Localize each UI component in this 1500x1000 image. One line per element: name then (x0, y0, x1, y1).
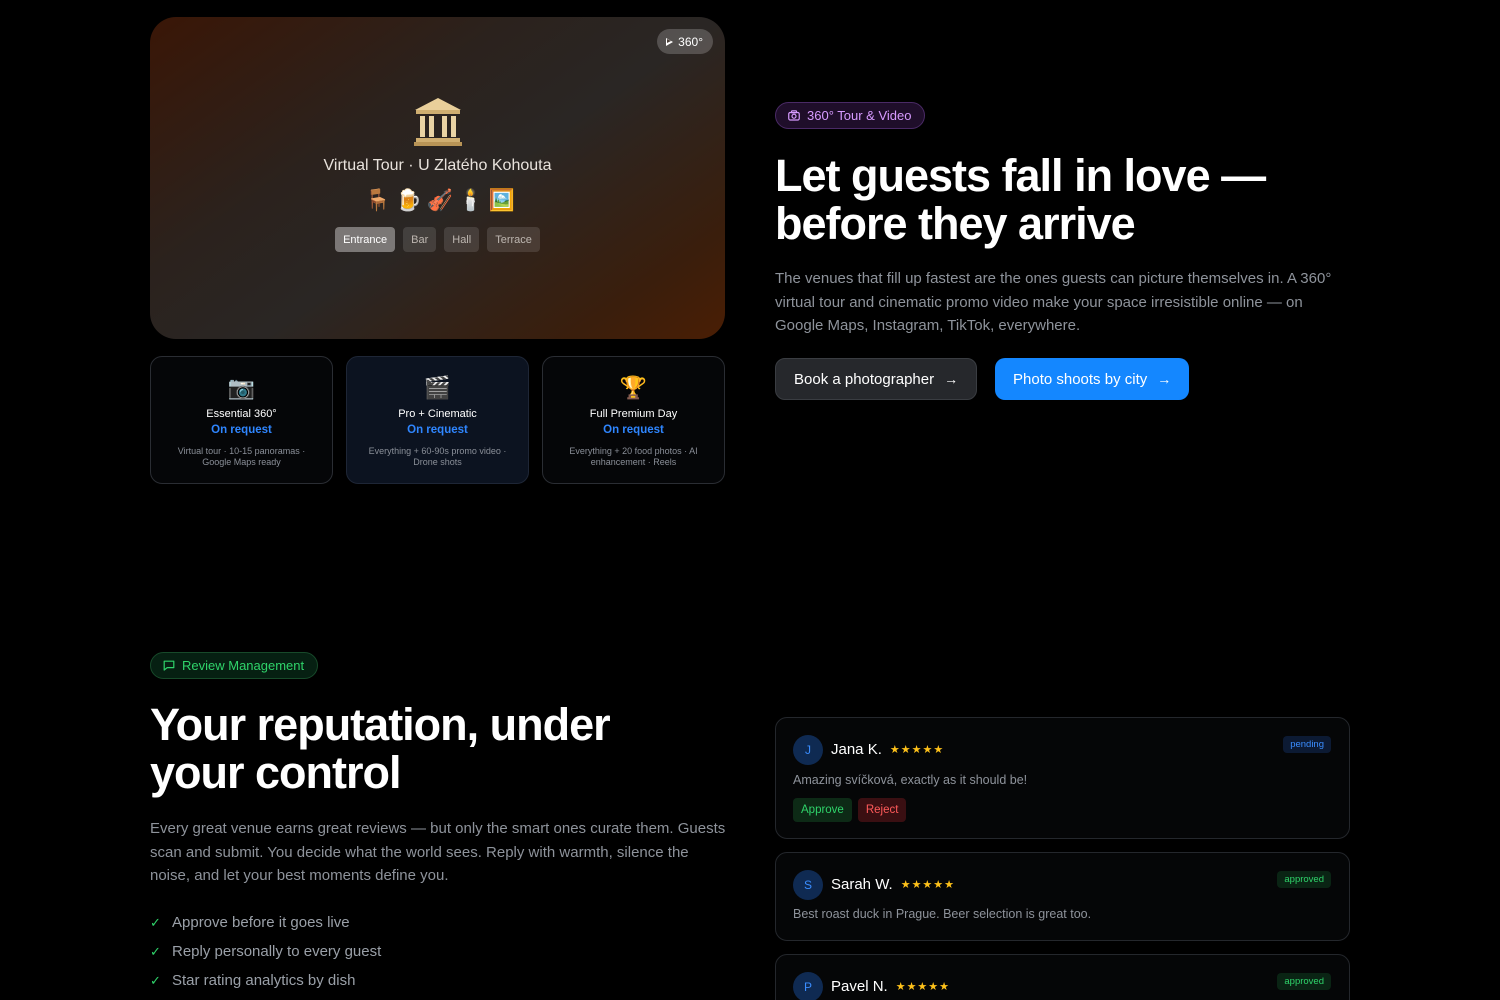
360-badge-label: 360° (678, 34, 703, 49)
feature-item: ✓ Reply personally to every guest (150, 943, 382, 960)
reject-button[interactable]: Reject (857, 798, 907, 822)
star-rating: ★★★★★ (889, 744, 945, 756)
star-rating: ★★★★★ (900, 879, 956, 891)
play-icon (666, 37, 674, 46)
review-heading: Your reputation, under your control (150, 699, 611, 798)
package-card-pro[interactable]: 🎬 Pro + Cinematic On request Everything … (346, 356, 529, 484)
package-card-essential[interactable]: 📷 Essential 360° On request Virtual tour… (150, 356, 333, 484)
reviewer-name: Sarah W. (831, 876, 893, 893)
status-badge: pending (1283, 736, 1331, 753)
review-card: S Sarah W. ★★★★★ approved Best roast duc… (775, 852, 1350, 941)
arrow-right-icon: → (944, 371, 959, 387)
feature-list: ✓ Approve before it goes live ✓ Reply pers… (150, 908, 381, 995)
beer-icon: 🍺 (395, 189, 422, 212)
star-rating: ★★★★★ (895, 981, 951, 993)
review-lead: Every great venue earns great reviews — … (150, 820, 726, 884)
check-icon: ✓ (150, 972, 161, 988)
violin-icon: 🎻 (426, 189, 453, 212)
avatar: S (793, 870, 823, 900)
arrow-right-icon: → (1157, 371, 1172, 387)
chat-bubble-icon (163, 660, 175, 671)
review-text: Best roast duck in Prague. Beer selectio… (793, 907, 1092, 921)
tour-emoji-row: 🪑 🍺 🎻 🕯️ 🖼️ (364, 189, 515, 213)
review-text: Amazing svíčková, exactly as it should b… (793, 773, 1028, 787)
camera-icon: 📷 (227, 375, 256, 400)
package-name: Essential 360° (206, 408, 277, 420)
check-icon: ✓ (150, 943, 161, 959)
virtual-tour-preview[interactable]: 360° Virtual Tour · U Zlatého Kohouta 🪑 … (150, 17, 725, 339)
classical-building-icon (413, 98, 462, 146)
room-tab-hall[interactable]: Hall (444, 227, 480, 252)
360-badge[interactable]: 360° (657, 29, 713, 54)
package-description: Virtual tour · 10-15 panoramas · Google … (177, 446, 306, 467)
tour-section-pill: 360° Tour & Video (775, 102, 926, 129)
camera-icon (788, 110, 800, 121)
package-description: Everything + 20 food photos · AI enhance… (569, 446, 698, 467)
tour-heading: Let guests fall in love — before they ar… (775, 150, 1266, 249)
picture-icon: 🖼️ (488, 189, 515, 212)
review-pill-label: Review Management (182, 658, 305, 673)
room-tabs: Entrance Bar Hall Terrace (335, 227, 540, 252)
book-photographer-button[interactable]: Book a photographer → (775, 358, 978, 400)
tour-title: Virtual Tour · U Zlatého Kohouta (323, 157, 552, 174)
package-price: On request (603, 424, 664, 436)
reviewer-name: Pavel N. (831, 978, 888, 995)
approve-button[interactable]: Approve (793, 798, 852, 822)
review-card: P Pavel N. ★★★★★ approved (775, 954, 1350, 1000)
feature-item: ✓ Approve before it goes live (150, 914, 350, 931)
tour-lead: The venues that fill up fastest are the … (775, 270, 1332, 334)
package-price: On request (211, 424, 272, 436)
avatar: J (793, 735, 823, 765)
clapper-icon: 🎬 (423, 375, 452, 400)
photo-shoots-label: Photo shoots by city (1013, 370, 1148, 388)
book-photographer-label: Book a photographer (794, 370, 935, 388)
room-tab-terrace[interactable]: Terrace (487, 227, 540, 252)
check-icon: ✓ (150, 914, 161, 930)
package-name: Full Premium Day (589, 408, 678, 420)
package-card-premium[interactable]: 🏆 Full Premium Day On request Everything… (542, 356, 725, 484)
tour-pill-label: 360° Tour & Video (807, 108, 912, 123)
status-badge: approved (1277, 871, 1331, 888)
review-section-pill: Review Management (150, 652, 319, 679)
photo-shoots-by-city-button[interactable]: Photo shoots by city → (995, 358, 1190, 400)
avatar: P (793, 972, 823, 1000)
feature-item: ✓ Star rating analytics by dish (150, 972, 356, 989)
status-badge: approved (1277, 973, 1331, 990)
package-name: Pro + Cinematic (398, 408, 477, 420)
room-tab-entrance[interactable]: Entrance (335, 227, 396, 252)
review-card: J Jana K. ★★★★★ pending Amazing svíčková… (775, 717, 1350, 839)
review-actions: Approve Reject (793, 798, 907, 822)
room-tab-bar[interactable]: Bar (403, 227, 437, 252)
package-price: On request (407, 424, 468, 436)
trophy-icon: 🏆 (619, 375, 648, 400)
package-description: Everything + 60-90s promo video · Drone … (368, 446, 507, 467)
candle-icon: 🕯️ (457, 189, 484, 212)
chair-icon: 🪑 (364, 189, 391, 212)
reviewer-name: Jana K. (831, 741, 882, 758)
